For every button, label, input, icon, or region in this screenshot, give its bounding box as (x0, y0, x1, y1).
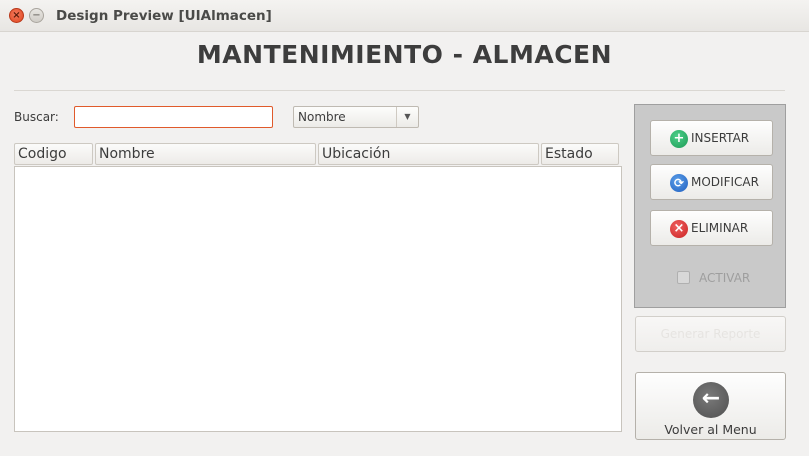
modify-button-label: MODIFICAR (691, 175, 759, 189)
plus-circle-icon: + (670, 130, 688, 148)
column-header-codigo[interactable]: Codigo (14, 143, 93, 165)
search-filter-select[interactable]: Nombre ▼ (293, 106, 419, 128)
x-circle-icon: × (670, 220, 688, 238)
chevron-down-icon[interactable]: ▼ (396, 107, 418, 127)
action-panel: + INSERTAR ⟳ MODIFICAR × ELIMINAR ACTIVA… (634, 104, 786, 308)
insert-button[interactable]: + INSERTAR (650, 120, 773, 156)
back-to-menu-label: Volver al Menu (664, 422, 757, 437)
column-header-ubicacion[interactable]: Ubicación (318, 143, 539, 165)
column-header-nombre[interactable]: Nombre (95, 143, 316, 165)
page-title: MANTENIMIENTO - ALMACEN (196, 40, 613, 69)
search-input[interactable] (74, 106, 273, 128)
insert-button-label: INSERTAR (691, 131, 750, 145)
minimize-icon[interactable]: − (29, 8, 44, 23)
delete-button[interactable]: × ELIMINAR (650, 210, 773, 246)
modify-button[interactable]: ⟳ MODIFICAR (650, 164, 773, 200)
close-icon[interactable]: × (9, 8, 24, 23)
activate-label: ACTIVAR (699, 271, 751, 285)
window-titlebar: × − Design Preview [UIAlmacen] (0, 0, 809, 32)
back-to-menu-button[interactable]: ← Volver al Menu (635, 372, 786, 440)
header-divider (14, 90, 785, 91)
search-label: Buscar: (14, 110, 59, 124)
arrow-left-circle-icon: ← (693, 382, 729, 418)
delete-button-label: ELIMINAR (691, 221, 749, 235)
search-filter-value: Nombre (298, 110, 346, 124)
table-body[interactable] (14, 166, 622, 432)
column-header-estado[interactable]: Estado (541, 143, 619, 165)
refresh-icon: ⟳ (670, 174, 688, 192)
window-title: Design Preview [UIAlmacen] (56, 8, 272, 24)
report-button: Generar Reporte (635, 316, 786, 352)
activate-checkbox[interactable] (677, 271, 690, 284)
